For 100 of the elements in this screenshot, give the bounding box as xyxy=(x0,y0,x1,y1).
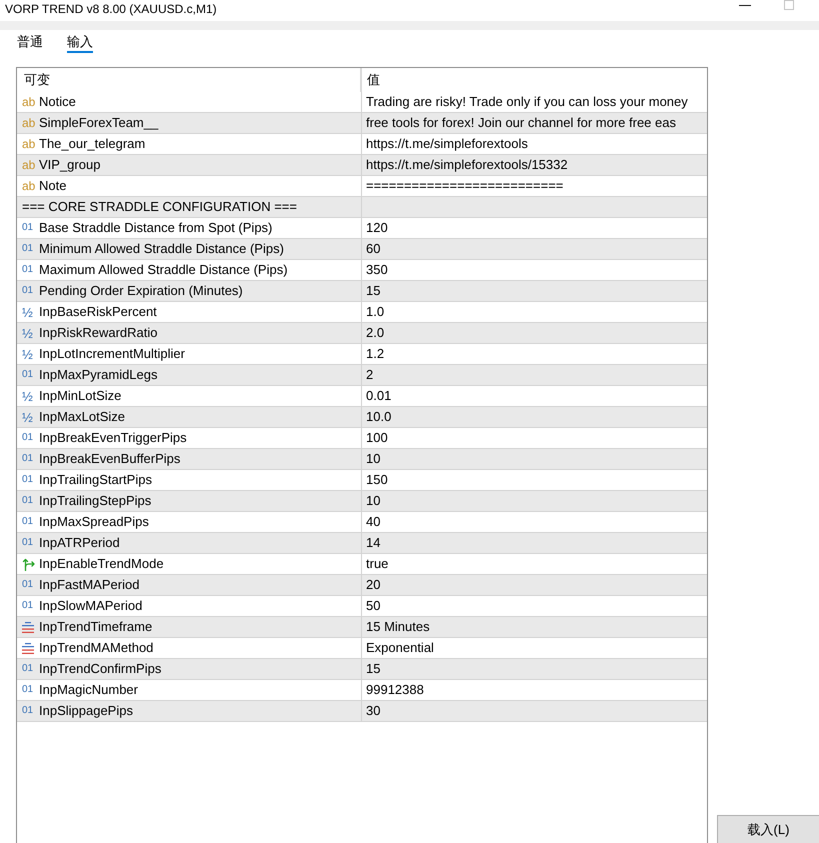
parameter-value: 120 xyxy=(366,219,388,238)
parameter-value: 2.0 xyxy=(366,324,384,342)
table-row[interactable]: ½ InpBaseRiskPercent 1.0 xyxy=(17,302,707,323)
parameter-name: InpMinLotSize xyxy=(39,387,122,406)
parameter-name: InpLotIncrementMultiplier xyxy=(39,345,185,364)
table-row[interactable]: 01 InpFastMAPeriod 20 xyxy=(17,575,707,596)
parameter-value: free tools for forex! Join our channel for more free eas xyxy=(366,114,676,132)
parameter-name: InpTrendConfirmPips xyxy=(39,660,162,678)
parameter-name: InpEnableTrendMode xyxy=(39,555,164,574)
parameter-value: 10 xyxy=(366,450,380,468)
table-row[interactable]: InpEnableTrendMode true xyxy=(17,554,707,575)
parameter-name: InpATRPeriod xyxy=(39,534,120,552)
parameter-value: 50 xyxy=(366,597,380,616)
table-row[interactable]: ab Note ========================== xyxy=(17,176,707,197)
table-row[interactable]: 01 InpBreakEvenBufferPips 10 xyxy=(17,449,707,470)
table-row[interactable]: InpTrendMAMethod Exponential xyxy=(17,638,707,659)
integer-type-icon: 01 xyxy=(22,433,34,443)
table-row[interactable]: 01 InpBreakEvenTriggerPips 100 xyxy=(17,428,707,449)
table-row[interactable]: 01 Pending Order Expiration (Minutes) 15 xyxy=(17,281,707,302)
table-row[interactable]: ab Notice Trading are risky! Trade only if you can loss your money xyxy=(17,92,707,113)
table-row[interactable]: 01 InpTrendConfirmPips 15 xyxy=(17,659,707,680)
parameter-name: InpMaxLotSize xyxy=(39,408,125,426)
table-row[interactable]: ab VIP_group https://t.me/simpleforextools/15332 xyxy=(17,155,707,176)
text-type-icon: ab xyxy=(22,117,36,129)
parameter-name: InpFastMAPeriod xyxy=(39,576,140,594)
integer-type-icon: 01 xyxy=(22,370,34,380)
parameter-name: InpMaxPyramidLegs xyxy=(39,366,158,384)
table-row[interactable]: === CORE STRADDLE CONFIGURATION === xyxy=(17,197,707,218)
parameter-value: 2 xyxy=(366,366,374,384)
text-type-icon: ab xyxy=(22,180,36,192)
parameter-name: InpSlowMAPeriod xyxy=(39,597,142,616)
parameter-name: InpSlippagePips xyxy=(39,702,133,720)
tab[interactable]: 普通 xyxy=(17,33,43,53)
parameter-value: 1.0 xyxy=(366,303,384,322)
parameter-value: 14 xyxy=(366,534,380,552)
table-row[interactable]: ab The_our_telegram https://t.me/simpleforextools xyxy=(17,134,707,155)
table-row[interactable]: 01 InpATRPeriod 14 xyxy=(17,533,707,554)
parameter-name: Notice xyxy=(39,93,76,112)
parameter-value: https://t.me/simpleforextools xyxy=(366,135,528,154)
table-row[interactable]: 01 InpMaxPyramidLegs 2 xyxy=(17,365,707,386)
load-button[interactable]: 载入(L) xyxy=(717,815,819,843)
table-row[interactable]: 01 InpSlippagePips 30 xyxy=(17,701,707,722)
list-lines-icon xyxy=(22,642,34,654)
table-row[interactable]: ½ InpRiskRewardRatio 2.0 xyxy=(17,323,707,344)
text-type-icon: ab xyxy=(22,159,36,171)
integer-type-icon: 01 xyxy=(22,538,34,548)
fraction-type-icon: ½ xyxy=(22,410,33,424)
parameter-value: 10.0 xyxy=(366,408,392,426)
minimize-icon[interactable] xyxy=(739,5,751,6)
parameter-name: InpRiskRewardRatio xyxy=(39,324,158,342)
parameter-value: 0.01 xyxy=(366,387,392,406)
table-row[interactable]: ½ InpMinLotSize 0.01 xyxy=(17,386,707,407)
integer-type-icon: 01 xyxy=(22,496,34,506)
parameter-name: === CORE STRADDLE CONFIGURATION === xyxy=(22,198,297,216)
parameter-value: 15 Minutes xyxy=(366,618,430,636)
parameter-value: 99912388 xyxy=(366,681,424,700)
parameter-name: Base Straddle Distance from Spot (Pips) xyxy=(39,219,272,238)
table-row[interactable]: InpTrendTimeframe 15 Minutes xyxy=(17,617,707,638)
parameter-name: Maximum Allowed Straddle Distance (Pips) xyxy=(39,261,288,280)
table-row[interactable]: ½ InpLotIncrementMultiplier 1.2 xyxy=(17,344,707,365)
table-row[interactable]: ab SimpleForexTeam__ free tools for forex! Join our channel for more free eas xyxy=(17,113,707,134)
integer-type-icon: 01 xyxy=(22,601,34,611)
integer-type-icon: 01 xyxy=(22,454,34,464)
parameter-name: InpMaxSpreadPips xyxy=(39,513,149,532)
parameter-value: 40 xyxy=(366,513,380,532)
parameter-value: true xyxy=(366,555,388,574)
table-row[interactable]: 01 Maximum Allowed Straddle Distance (Pips) 350 xyxy=(17,260,707,281)
parameter-name: InpBreakEvenBufferPips xyxy=(39,450,180,468)
parameter-value: Trading are risky! Trade only if you can loss your money xyxy=(366,93,688,112)
table-row[interactable]: 01 Minimum Allowed Straddle Distance (Pips) 60 xyxy=(17,239,707,260)
integer-type-icon: 01 xyxy=(22,517,34,527)
parameter-name: InpTrailingStartPips xyxy=(39,471,152,490)
parameter-name: InpBreakEvenTriggerPips xyxy=(39,429,187,448)
integer-type-icon: 01 xyxy=(22,706,34,716)
parameter-value: 350 xyxy=(366,261,388,280)
parameter-value: https://t.me/simpleforextools/15332 xyxy=(366,156,568,174)
table-row[interactable]: 01 InpMaxSpreadPips 40 xyxy=(17,512,707,533)
list-lines-icon xyxy=(22,622,34,632)
parameter-name: Minimum Allowed Straddle Distance (Pips) xyxy=(39,240,284,258)
table-row[interactable]: 01 Base Straddle Distance from Spot (Pips) 120 xyxy=(17,218,707,239)
parameter-value: Exponential xyxy=(366,639,434,658)
window-title: VORP TREND v8 8.00 (XAUUSD.c,M1) xyxy=(4,1,217,18)
parameter-value: 10 xyxy=(366,492,380,510)
text-type-icon: ab xyxy=(22,96,36,108)
table-row[interactable]: 01 InpMagicNumber 99912388 xyxy=(17,680,707,701)
parameter-value: 100 xyxy=(366,429,388,448)
table-row[interactable]: 01 InpTrailingStepPips 10 xyxy=(17,491,707,512)
tab[interactable]: 输入 xyxy=(67,33,93,53)
maximize-icon[interactable] xyxy=(784,0,794,10)
parameter-value: 15 xyxy=(366,660,380,678)
table-row[interactable]: 01 InpTrailingStartPips 150 xyxy=(17,470,707,491)
table-row[interactable]: 01 InpSlowMAPeriod 50 xyxy=(17,596,707,617)
parameter-name: InpBaseRiskPercent xyxy=(39,303,157,322)
fraction-type-icon: ½ xyxy=(22,306,33,318)
parameter-name: Note xyxy=(39,177,66,196)
integer-type-icon: 01 xyxy=(22,244,34,254)
fraction-type-icon: ½ xyxy=(22,326,33,340)
table-row[interactable]: ½ InpMaxLotSize 10.0 xyxy=(17,407,707,428)
parameter-value: 15 xyxy=(366,282,380,300)
column-header[interactable]: 值 xyxy=(362,68,707,92)
